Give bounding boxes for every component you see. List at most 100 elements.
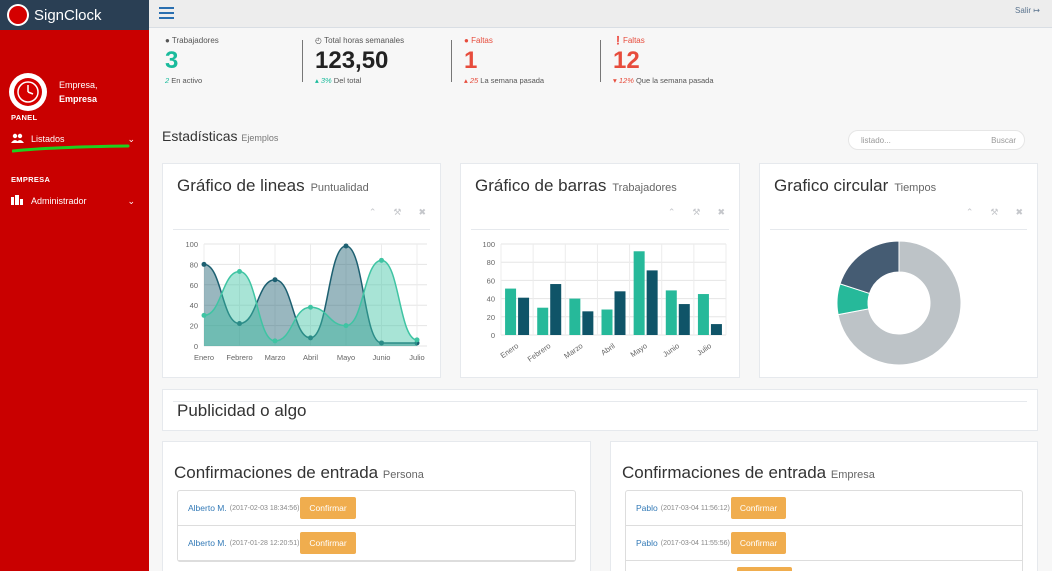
sidebar: SignClock Empresa, Empresa PANEL Listado… bbox=[0, 0, 149, 571]
avatar bbox=[9, 72, 47, 111]
stat-value: 1 bbox=[464, 47, 478, 74]
data-point bbox=[308, 304, 313, 310]
panel-title: Confirmaciones de entrada Empresa bbox=[622, 463, 875, 482]
confirm-button[interactable]: Confirmar bbox=[737, 567, 793, 571]
data-point bbox=[343, 243, 349, 249]
bar bbox=[614, 291, 626, 335]
top-bar: Salir ↦ bbox=[149, 0, 1052, 28]
x-tick-label: Marzo bbox=[265, 353, 286, 362]
profile-greeting: Empresa, bbox=[59, 79, 98, 90]
data-point bbox=[201, 312, 207, 318]
person-link[interactable]: Alberto M. bbox=[188, 538, 227, 548]
data-point bbox=[272, 277, 278, 283]
line-chart: 0 20 40 60 80 100 Enero Febrero Marzo Abril Mayo Ju… bbox=[185, 240, 427, 362]
stat-sub-text: En activo bbox=[171, 76, 203, 85]
y-tick-label: 80 bbox=[190, 260, 198, 269]
bar bbox=[550, 284, 562, 335]
confirm-button[interactable]: Confirmar bbox=[730, 532, 787, 554]
x-tick-label: Junio bbox=[373, 353, 391, 362]
x-tick-label: Junio bbox=[661, 341, 681, 359]
page-subtitle: Ejemplos bbox=[241, 133, 279, 143]
x-tick-label: Enero bbox=[499, 341, 521, 360]
bar bbox=[697, 294, 709, 335]
bar bbox=[505, 288, 517, 335]
sidebar-item-administrador[interactable]: Administrador ⌄ bbox=[0, 190, 149, 212]
clock-icon: ◴ bbox=[315, 36, 322, 45]
confirm-button[interactable]: Confirmar bbox=[730, 497, 787, 519]
stat-label: Total horas semanales bbox=[324, 36, 405, 45]
logout-link[interactable]: Salir ↦ bbox=[1015, 6, 1040, 15]
brand[interactable]: SignClock bbox=[0, 0, 149, 30]
confirm-button[interactable]: Confirmar bbox=[300, 532, 356, 554]
x-tick-label: Mayo bbox=[629, 341, 649, 359]
divider bbox=[302, 40, 303, 82]
bar-chart: 0 20 40 60 80 100 Enero Febrero Marzo Abril Mayo Ju… bbox=[482, 240, 727, 364]
ad-title: Publicidad o algo bbox=[177, 401, 307, 420]
search-input[interactable]: listado... bbox=[861, 136, 891, 145]
user-icon: ● bbox=[464, 36, 469, 45]
panel-title: Confirmaciones de entrada Persona bbox=[174, 463, 424, 482]
chevron-down-icon: ⌄ bbox=[127, 195, 135, 206]
page-title: Estadísticas Ejemplos bbox=[162, 128, 279, 144]
divider bbox=[600, 40, 601, 82]
y-tick-label: 20 bbox=[487, 313, 495, 322]
x-tick-label: Febrero bbox=[226, 353, 252, 362]
x-tick-label: Marzo bbox=[562, 341, 584, 360]
stat-faltas-semana: ❗Faltas 12 ▾ 12% Que la semana pasada bbox=[613, 36, 714, 96]
data-point bbox=[343, 323, 349, 329]
stat-horas: ◴ Total horas semanales 123,50 ▴ 3% Del … bbox=[315, 36, 404, 96]
bar bbox=[678, 304, 690, 335]
timestamp: (2017-02-03 18:34:56) bbox=[229, 504, 300, 512]
sign-out-icon: ↦ bbox=[1033, 6, 1040, 15]
person-link[interactable]: Alberto M. bbox=[188, 503, 227, 513]
bar bbox=[633, 251, 645, 335]
stat-value: 12 bbox=[613, 47, 640, 74]
list-item: Alberto M. (2017-01-28 12:20:51) Confirm… bbox=[178, 526, 575, 561]
green-underline-annotation bbox=[12, 144, 130, 153]
timestamp: (2017-01-28 12:20:51) bbox=[229, 539, 300, 547]
confirm-list: Alberto M. (2017-02-03 18:34:56) Confirm… bbox=[177, 490, 576, 562]
person-link[interactable]: Pablo bbox=[636, 538, 658, 548]
pie-chart-panel: Grafico circular Tiempos ⌃ ⚒ ✖ bbox=[759, 163, 1038, 378]
sidebar-item-label: Listados bbox=[31, 134, 65, 144]
confirm-button[interactable]: Confirmar bbox=[300, 497, 356, 519]
confirm-company-panel: Confirmaciones de entrada Empresa Pablo … bbox=[610, 441, 1038, 571]
data-point bbox=[201, 261, 207, 267]
list-item: Confirmar bbox=[626, 561, 1022, 571]
y-tick-label: 100 bbox=[482, 240, 495, 249]
line-chart-panel: Gráfico de lineas Puntualidad ⌃ ⚒ ✖ 0 20 40… bbox=[162, 163, 441, 378]
y-tick-label: 40 bbox=[190, 301, 198, 310]
menu-toggle-icon[interactable] bbox=[159, 7, 174, 22]
divider bbox=[451, 40, 452, 82]
search-button[interactable]: Buscar bbox=[991, 136, 1016, 145]
y-tick-label: 0 bbox=[491, 331, 495, 340]
y-tick-label: 60 bbox=[190, 281, 198, 290]
y-tick-label: 80 bbox=[487, 258, 495, 267]
exclamation-icon: ❗ bbox=[613, 36, 623, 45]
stat-sub-text: La semana pasada bbox=[480, 76, 545, 85]
list-item: Pablo (2017-03-04 11:56:12) Confirmar bbox=[626, 491, 1022, 526]
x-tick-label: Febrero bbox=[526, 341, 553, 363]
panel-subtitle: Persona bbox=[382, 469, 424, 481]
bar bbox=[537, 307, 549, 335]
x-tick-label: Abril bbox=[599, 341, 617, 357]
stat-label: Trabajadores bbox=[171, 36, 219, 45]
clock-logo-icon bbox=[7, 4, 29, 26]
timestamp: (2017-03-04 11:55:56) bbox=[660, 539, 730, 547]
stat-value: 3 bbox=[165, 47, 179, 74]
bar bbox=[665, 290, 677, 335]
bar-chart-panel: Gráfico de barras Trabajadores ⌃ ⚒ ✖ 0 20 4… bbox=[460, 163, 740, 378]
profile-name: Empresa bbox=[59, 93, 98, 104]
timestamp: (2017-03-04 11:56:12) bbox=[660, 504, 730, 512]
data-point bbox=[272, 338, 278, 344]
y-tick-label: 0 bbox=[194, 342, 198, 351]
confirm-list: Pablo (2017-03-04 11:56:12) Confirmar Pa… bbox=[625, 490, 1023, 571]
ad-panel: Publicidad o algo bbox=[162, 389, 1038, 431]
bar bbox=[582, 311, 594, 335]
person-link[interactable]: Pablo bbox=[636, 503, 658, 513]
caret-down-icon: ▾ bbox=[613, 76, 617, 85]
stat-value: 123,50 bbox=[315, 47, 389, 74]
list-item: Alberto M. (2017-02-03 18:34:56) Confirm… bbox=[178, 491, 575, 526]
bar bbox=[646, 270, 658, 335]
stat-sub-value: 25 bbox=[469, 76, 479, 85]
